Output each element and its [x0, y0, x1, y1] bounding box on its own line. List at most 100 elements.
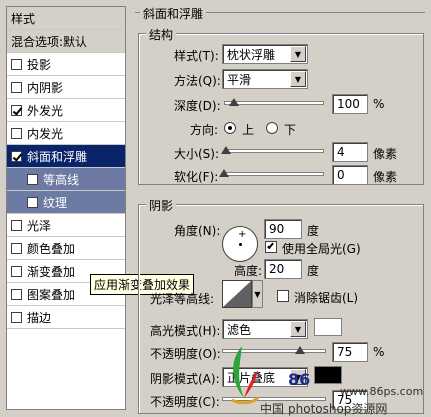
direction-up-radio[interactable]: [224, 122, 236, 134]
soften-slider-handle[interactable]: [219, 169, 229, 177]
highlight-opacity-unit: %: [373, 345, 385, 359]
blending-options-label: 混合选项:默认: [11, 34, 88, 49]
style-list-item-label: 图案叠加: [27, 287, 76, 302]
checkbox[interactable]: [11, 265, 22, 277]
altitude-input[interactable]: 20: [264, 259, 302, 279]
style-list-item[interactable]: 斜面和浮雕: [7, 145, 125, 168]
angle-input[interactable]: 90: [264, 219, 302, 239]
style-list-header-label: 样式: [11, 11, 36, 26]
checkbox[interactable]: [11, 58, 22, 70]
checkbox[interactable]: [11, 127, 22, 139]
style-list-item[interactable]: 描边: [7, 306, 125, 329]
highlight-opacity-input[interactable]: 75: [332, 342, 368, 362]
angle-unit: 度: [307, 224, 320, 238]
chevron-down-icon: ▼: [290, 46, 306, 62]
highlight-opacity-value: 75: [337, 345, 353, 359]
technique-label: 方法(Q):: [174, 74, 221, 88]
size-slider-handle[interactable]: [221, 146, 231, 154]
size-label: 大小(S):: [174, 147, 220, 161]
highlight-mode-select[interactable]: 滤色 ▼: [222, 319, 308, 339]
bevel-emboss-title: 斜面和浮雕: [140, 5, 207, 22]
technique-select-value: 平滑: [227, 72, 252, 87]
checkbox[interactable]: [11, 81, 22, 93]
style-list-item-label: 内阴影: [27, 80, 64, 95]
size-slider[interactable]: [224, 149, 324, 153]
watermark-url: www.86ps.com: [340, 385, 424, 398]
watermark-text-2: photoshop资源网: [288, 402, 388, 416]
contour-curve-icon: [223, 281, 251, 307]
angle-label: 角度(N):: [174, 224, 221, 238]
checkbox[interactable]: [11, 242, 22, 254]
style-list-item[interactable]: 光泽: [7, 214, 125, 237]
blending-options-item[interactable]: 混合选项:默认: [7, 30, 125, 53]
chevron-down-icon: ▼: [290, 321, 306, 337]
checkbox[interactable]: [27, 196, 38, 208]
chevron-down-icon[interactable]: ▼: [252, 280, 263, 308]
style-list-item[interactable]: 颜色叠加: [7, 237, 125, 260]
watermark-digits: 86: [288, 370, 311, 389]
style-list-header[interactable]: 样式: [7, 7, 125, 30]
global-light-checkbox[interactable]: [265, 241, 277, 253]
checkbox[interactable]: [11, 288, 22, 300]
angle-dial[interactable]: +: [222, 226, 258, 262]
highlight-opacity-slider-handle[interactable]: [295, 346, 305, 354]
highlight-opacity-label: 不透明度(O):: [150, 347, 221, 361]
style-list-item[interactable]: 投影: [7, 53, 125, 76]
depth-value: 100: [337, 97, 360, 111]
style-label: 样式(T):: [174, 49, 219, 63]
soften-unit: 像素: [373, 170, 398, 184]
depth-label: 深度(D):: [174, 99, 221, 113]
style-list: 样式 混合选项:默认 投影 内阴影 外发光 内发光 斜面和浮雕 等高线 纹理 光泽 颜色叠加 渐变…: [6, 6, 126, 410]
gloss-contour-preview[interactable]: [222, 280, 252, 308]
depth-unit: %: [373, 97, 385, 111]
depth-input[interactable]: 100: [332, 94, 368, 114]
style-list-item[interactable]: 纹理: [7, 191, 125, 214]
style-list-item-label: 投影: [27, 57, 52, 72]
chevron-down-icon: ▼: [290, 71, 306, 87]
shadow-mode-label: 阴影模式(A):: [150, 372, 220, 386]
altitude-value: 20: [269, 262, 285, 276]
soften-value: 0: [337, 168, 345, 182]
style-list-item[interactable]: 外发光: [7, 99, 125, 122]
gloss-contour-label: 光泽等高线:: [150, 292, 215, 306]
style-list-item-label: 纹理: [43, 195, 68, 210]
checkbox[interactable]: [11, 219, 22, 231]
style-list-item[interactable]: 等高线: [7, 168, 125, 191]
checkbox[interactable]: [11, 311, 22, 323]
shadow-opacity-label: 不透明度(C):: [150, 395, 220, 409]
soften-slider[interactable]: [224, 172, 324, 176]
style-list-item[interactable]: 内阴影: [7, 76, 125, 99]
highlight-color-swatch[interactable]: [314, 318, 342, 336]
altitude-unit: 度: [307, 264, 320, 278]
checkbox[interactable]: [11, 104, 22, 116]
style-list-item-label: 内发光: [27, 126, 64, 141]
checkbox[interactable]: [11, 150, 22, 162]
altitude-label: 高度:: [234, 264, 263, 278]
style-list-item-label: 斜面和浮雕: [27, 149, 88, 164]
direction-down-radio[interactable]: [266, 122, 278, 134]
style-list-item-label: 等高线: [43, 172, 80, 187]
style-select-value: 枕状浮雕: [227, 47, 276, 62]
depth-slider-handle[interactable]: [229, 98, 239, 106]
technique-select[interactable]: 平滑 ▼: [222, 69, 308, 89]
style-list-item[interactable]: 内发光: [7, 122, 125, 145]
soften-input[interactable]: 0: [332, 165, 368, 185]
highlight-mode-label: 高光模式(H):: [150, 324, 221, 338]
watermark-logo: [222, 340, 262, 406]
size-input[interactable]: 4: [332, 142, 368, 162]
shadow-color-swatch[interactable]: [314, 366, 342, 384]
crosshair-icon: +: [238, 229, 247, 240]
anti-alias-checkbox[interactable]: [277, 290, 289, 302]
soften-label: 软化(F):: [174, 170, 219, 184]
depth-slider[interactable]: [224, 101, 324, 105]
style-select[interactable]: 枕状浮雕 ▼: [222, 44, 308, 64]
size-value: 4: [337, 145, 345, 159]
anti-alias-label: 消除锯齿(L): [294, 291, 359, 305]
shading-title: 阴影: [146, 197, 177, 214]
style-list-item-label: 光泽: [27, 218, 52, 233]
direction-down-label: 下: [284, 123, 297, 137]
highlight-mode-value: 滤色: [227, 322, 252, 337]
checkbox[interactable]: [27, 173, 38, 185]
watermark-text-1: 中国: [260, 402, 285, 416]
direction-up-label: 上: [242, 123, 255, 137]
